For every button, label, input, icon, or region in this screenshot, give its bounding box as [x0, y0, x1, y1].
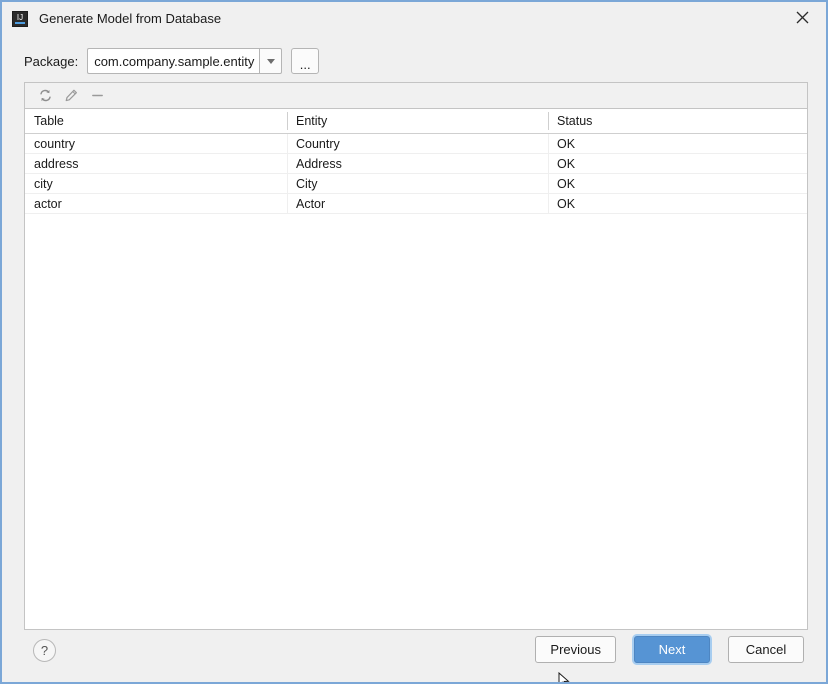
table-body: country Country OK address Address OK ci…: [25, 134, 807, 629]
generate-model-dialog: IJ Generate Model from Database Package:…: [0, 0, 828, 684]
cancel-button[interactable]: Cancel: [728, 636, 804, 663]
cell-status: OK: [548, 174, 807, 193]
title-bar: IJ Generate Model from Database: [2, 2, 826, 35]
chevron-down-icon[interactable]: [259, 48, 283, 74]
intellij-idea-icon: IJ: [12, 10, 28, 27]
package-input[interactable]: com.company.sample.entity: [87, 48, 260, 74]
cell-table: actor: [34, 196, 62, 211]
column-header-table[interactable]: Table: [25, 109, 287, 133]
cell-table: city: [34, 176, 53, 191]
tables-panel: Table Entity Status country Country OK a…: [24, 82, 808, 630]
cell-entity: Actor: [287, 194, 548, 213]
cell-entity: Address: [287, 154, 548, 173]
chevron-down-glyph: [266, 58, 275, 64]
app-icon-accent-bar: [15, 21, 25, 24]
cell-table: country: [34, 136, 75, 151]
package-label: Package:: [24, 53, 79, 69]
previous-button[interactable]: Previous: [535, 636, 616, 663]
dialog-footer: ? Previous Next Cancel: [2, 630, 826, 682]
cell-entity: Country: [287, 134, 548, 153]
package-combobox[interactable]: com.company.sample.entity: [87, 48, 283, 74]
window-title: Generate Model from Database: [39, 10, 222, 26]
refresh-icon[interactable]: [34, 86, 56, 106]
cell-status: OK: [548, 154, 807, 173]
table-header-row: Table Entity Status: [25, 109, 807, 134]
cell-entity: City: [287, 174, 548, 193]
cell-table: address: [34, 156, 79, 171]
edit-pencil-icon[interactable]: [60, 86, 82, 106]
table-row[interactable]: city City OK: [25, 174, 807, 194]
table-row[interactable]: country Country OK: [25, 134, 807, 154]
column-header-entity[interactable]: Entity: [287, 109, 548, 133]
table-row[interactable]: address Address OK: [25, 154, 807, 174]
cell-status: OK: [548, 194, 807, 213]
table-row[interactable]: actor Actor OK: [25, 194, 807, 214]
app-icon-letters: IJ: [16, 12, 24, 22]
column-header-status[interactable]: Status: [548, 109, 807, 133]
help-button[interactable]: ?: [33, 639, 56, 662]
next-button[interactable]: Next: [634, 636, 710, 663]
browse-package-button[interactable]: ...: [291, 48, 320, 74]
table-toolbar: [25, 83, 807, 109]
package-row: Package: com.company.sample.entity ...: [24, 48, 320, 74]
close-icon[interactable]: [780, 2, 824, 33]
dialog-actions: Previous Next Cancel: [521, 636, 804, 663]
cell-status: OK: [548, 134, 807, 153]
remove-minus-icon[interactable]: [86, 86, 108, 106]
